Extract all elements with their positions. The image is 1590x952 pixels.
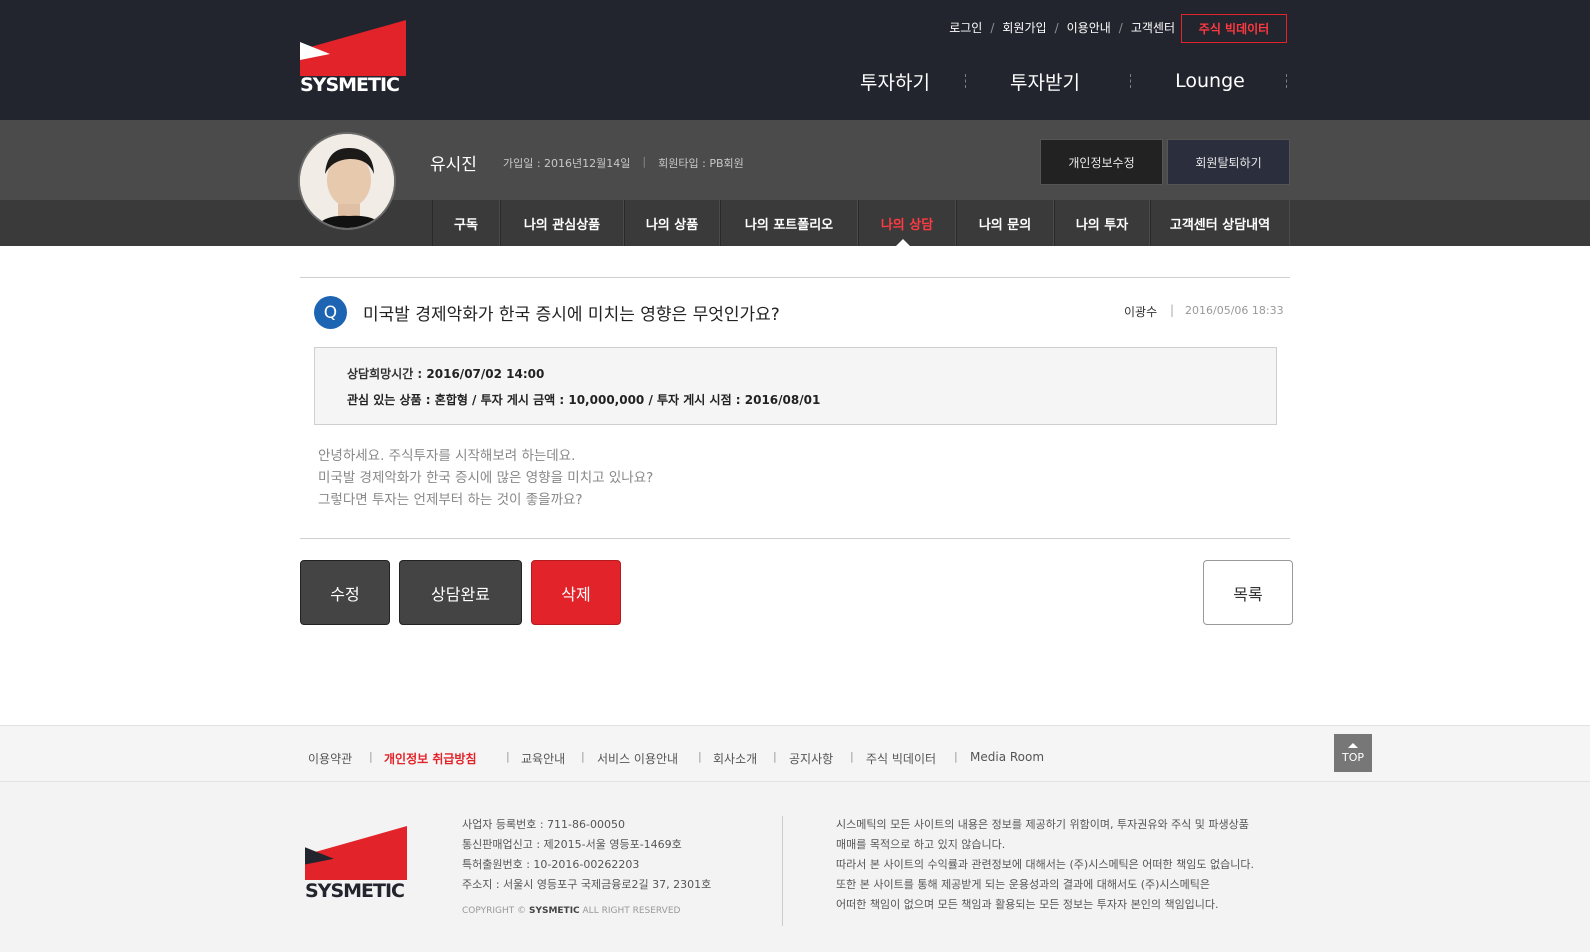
footer-logo-wordmark: SYSMETIC: [305, 880, 405, 902]
delete-button[interactable]: 삭제: [531, 560, 621, 625]
question-title: 미국발 경제악화가 한국 증시에 미치는 영향은 무엇인가요?: [363, 305, 780, 325]
tab-my-portfolio[interactable]: 나의 포트폴리오: [720, 200, 858, 246]
tab-support-history[interactable]: 고객센터 상담내역: [1150, 200, 1290, 246]
footer-logo: SYSMETIC: [305, 826, 411, 902]
consult-info-box: 상담희망시간 : 2016/07/02 14:00 관심 있는 상품 : 혼합형…: [314, 347, 1277, 425]
copyright-brand: SYSMETIC: [528, 906, 580, 916]
support-link[interactable]: 고객센터: [1131, 19, 1175, 36]
disclaimer-line: 또한 본 사이트를 통해 제공받게 되는 운용성과의 결과에 대해서도 (주)시…: [836, 878, 1211, 891]
login-link[interactable]: 로그인: [949, 19, 982, 36]
nav-divider: [1130, 74, 1131, 88]
withdraw-button[interactable]: 회원탈퇴하기: [1167, 139, 1290, 185]
footer-service-guide-link[interactable]: 서비스 이용안내: [597, 750, 678, 767]
divider: [300, 277, 1290, 278]
nav-get-invested[interactable]: 투자받기: [980, 66, 1110, 96]
top-label: TOP: [1341, 750, 1364, 764]
footer-media-room-link[interactable]: Media Room: [970, 750, 1044, 764]
tab-my-products[interactable]: 나의 상품: [624, 200, 720, 246]
disclaimer-line: 시스메틱의 모든 사이트의 내용은 정보를 제공하기 위함이며, 투자권유와 주…: [836, 818, 1249, 831]
footer-privacy-link[interactable]: 개인정보 취급방침: [384, 750, 477, 767]
profile-bar: [0, 120, 1590, 200]
disclaimer-line: 매매를 목적으로 하고 있지 않습니다.: [836, 838, 1006, 851]
footer-notice-link[interactable]: 공지사항: [789, 750, 833, 767]
tab-my-investment[interactable]: 나의 투자: [1054, 200, 1150, 246]
main-nav: 투자하기 투자받기 Lounge: [800, 66, 1287, 96]
divider: [300, 538, 1290, 539]
body-line: 그렇다면 투자는 언제부터 하는 것이 좋을까요?: [318, 492, 583, 508]
question-body: 안녕하세요. 주식투자를 시작해보려 하는데요. 미국발 경제악화가 한국 증시…: [318, 445, 653, 511]
consult-time-label: 상담희망시간 :: [347, 367, 427, 381]
avatar: [298, 132, 396, 230]
signup-link[interactable]: 회원가입: [1002, 19, 1046, 36]
scroll-top-button[interactable]: TOP: [1334, 734, 1372, 772]
tab-subscribe[interactable]: 구독: [432, 200, 500, 246]
member-type: 회원타입 : PB회원: [658, 157, 744, 170]
disclaimer-line: 따라서 본 사이트의 수익률과 관련정보에 대해서는 (주)시스메틱은 어떠한 …: [836, 858, 1254, 871]
patent-number: 특허출원번호 : 10-2016-00262203: [462, 858, 640, 871]
list-button[interactable]: 목록: [1203, 560, 1293, 625]
tab-my-interest[interactable]: 나의 관심상품: [500, 200, 624, 246]
copyright: COPYRIGHT © SYSMETIC ALL RIGHT RESERVED: [462, 906, 680, 916]
address: 주소지 : 서울시 영등포구 국제금융로2길 37, 2301호: [462, 878, 712, 891]
disclaimer-line: 어떠한 책임이 없으며 모든 책임과 활용되는 모든 정보는 투자자 본인의 책…: [836, 898, 1219, 911]
consult-time-value: 2016/07/02 14:00: [426, 367, 545, 381]
logo-wordmark: SYSMETIC: [300, 74, 400, 96]
footer-education-link[interactable]: 교육안내: [521, 750, 565, 767]
tab-my-inquiry[interactable]: 나의 문의: [956, 200, 1054, 246]
guide-link[interactable]: 이용안내: [1067, 19, 1111, 36]
nav-invest[interactable]: 투자하기: [840, 66, 950, 96]
company-info: 사업자 등록번호 : 711-86-00050 통신판매업신고 : 제2015-…: [462, 815, 711, 895]
question-author: 이광수: [1124, 305, 1158, 319]
question-date: 2016/05/06 18:33: [1185, 304, 1284, 317]
copyright-suffix: ALL RIGHT RESERVED: [579, 906, 681, 916]
edit-button[interactable]: 수정: [300, 560, 390, 625]
footer-terms-link[interactable]: 이용약관: [308, 750, 352, 767]
stock-bigdata-button[interactable]: 주식 빅데이터: [1181, 14, 1287, 43]
footer-company-link[interactable]: 회사소개: [713, 750, 757, 767]
nav-divider: [965, 74, 966, 88]
footer-body: [0, 782, 1590, 952]
sysmetic-logo[interactable]: SYSMETIC: [300, 20, 406, 96]
disclaimer: 시스메틱의 모든 사이트의 내용은 정보를 제공하기 위함이며, 투자권유와 주…: [836, 815, 1254, 915]
footer-divider: [782, 816, 783, 926]
active-tab-caret: [896, 239, 910, 246]
business-number: 사업자 등록번호 : 711-86-00050: [462, 818, 625, 831]
body-line: 안녕하세요. 주식투자를 시작해보려 하는데요.: [318, 448, 576, 464]
arrow-up-icon: [1348, 742, 1358, 748]
footer-bigdata-link[interactable]: 주식 빅데이터: [866, 750, 936, 767]
edit-profile-button[interactable]: 개인정보수정: [1040, 139, 1163, 185]
consult-product-line: 관심 있는 상품 : 혼합형 / 투자 게시 금액 : 10,000,000 /…: [347, 393, 821, 407]
copyright-prefix: COPYRIGHT ©: [462, 906, 529, 916]
user-name: 유시진: [430, 155, 477, 175]
body-line: 미국발 경제악화가 한국 증시에 많은 영향을 미치고 있나요?: [318, 470, 654, 486]
nav-lounge[interactable]: Lounge: [1145, 66, 1275, 96]
complete-consult-button[interactable]: 상담완료: [399, 560, 522, 625]
site-header: [0, 0, 1590, 120]
utility-menu: 로그인 / 회원가입 / 이용안내 / 고객센터: [949, 19, 1175, 36]
nav-divider: [1286, 74, 1287, 88]
meta-separator: |: [1170, 303, 1175, 317]
mail-order-number: 통신판매업신고 : 제2015-서울 영등포-1469호: [462, 838, 682, 851]
question-badge: Q: [314, 296, 347, 329]
join-date: 가입일 : 2016년12월14일: [503, 157, 631, 170]
user-meta: 가입일 : 2016년12월14일 | 회원타입 : PB회원: [503, 155, 744, 170]
consult-time-line: 상담희망시간 : 2016/07/02 14:00: [347, 365, 544, 382]
